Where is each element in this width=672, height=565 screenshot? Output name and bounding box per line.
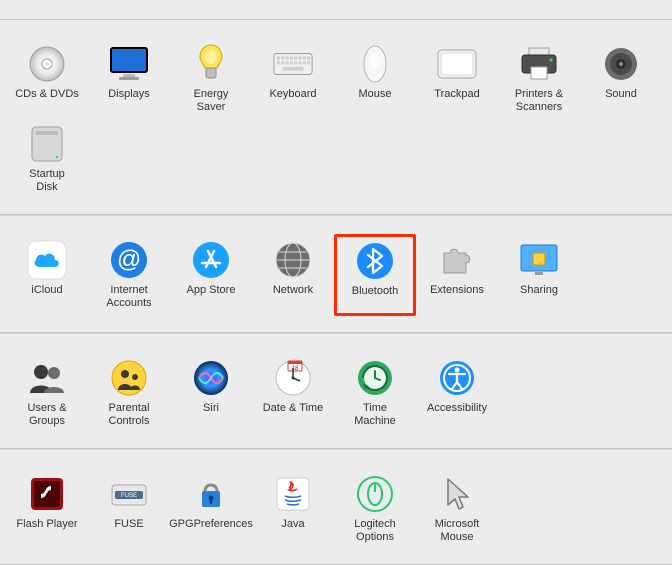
pane-cds-dvds[interactable]: CDs & DVDs bbox=[6, 38, 88, 118]
siri-icon bbox=[191, 358, 231, 398]
section-internet: iCloud @ Internet Accounts App Store Network… bbox=[0, 215, 672, 333]
pane-mouse[interactable]: Mouse bbox=[334, 38, 416, 118]
pane-label: Time Machine bbox=[354, 402, 396, 428]
section-thirdparty: Flash Player FUSE FUSE GPGPreferences Java Lo… bbox=[0, 449, 672, 565]
svg-text:FUSE: FUSE bbox=[121, 493, 137, 499]
pane-flash-player[interactable]: Flash Player bbox=[6, 468, 88, 548]
pane-java[interactable]: Java bbox=[252, 468, 334, 548]
pane-network[interactable]: Network bbox=[252, 234, 334, 316]
pane-trackpad[interactable]: Trackpad bbox=[416, 38, 498, 118]
section-hardware: CDs & DVDs Displays Energy Saver Keyboard Mo… bbox=[0, 20, 672, 215]
pane-label: Microsoft Mouse bbox=[435, 518, 480, 544]
pane-label: Printers & Scanners bbox=[515, 88, 563, 114]
section-system: Users & Groups Parental Controls Siri 18 Dat… bbox=[0, 333, 672, 449]
users-groups-icon bbox=[27, 358, 67, 398]
printers-scanners-icon bbox=[519, 44, 559, 84]
pane-label: FUSE bbox=[114, 518, 143, 544]
app-store-icon bbox=[191, 240, 231, 280]
pane-accessibility[interactable]: Accessibility bbox=[416, 352, 498, 432]
pane-label: iCloud bbox=[31, 284, 62, 310]
pane-label: Sharing bbox=[520, 284, 558, 310]
pane-startup-disk[interactable]: Startup Disk bbox=[6, 118, 88, 198]
pane-logitech-options[interactable]: Logitech Options bbox=[334, 468, 416, 548]
pane-label: GPGPreferences bbox=[169, 518, 253, 544]
microsoft-mouse-icon bbox=[437, 474, 477, 514]
pane-users-groups[interactable]: Users & Groups bbox=[6, 352, 88, 432]
displays-icon bbox=[109, 44, 149, 84]
icloud-icon bbox=[27, 240, 67, 280]
pane-label: Internet Accounts bbox=[106, 284, 151, 310]
accessibility-icon bbox=[437, 358, 477, 398]
pane-label: Java bbox=[281, 518, 304, 544]
pane-label: Users & Groups bbox=[27, 402, 66, 428]
pane-internet-accounts[interactable]: @ Internet Accounts bbox=[88, 234, 170, 316]
extensions-icon bbox=[437, 240, 477, 280]
network-icon bbox=[273, 240, 313, 280]
sound-icon bbox=[601, 44, 641, 84]
sections-root: CDs & DVDs Displays Energy Saver Keyboard Mo… bbox=[0, 20, 672, 565]
pane-label: Date & Time bbox=[263, 402, 324, 428]
pane-fuse[interactable]: FUSE FUSE bbox=[88, 468, 170, 548]
pane-bluetooth[interactable]: Bluetooth bbox=[334, 234, 416, 316]
flash-player-icon bbox=[27, 474, 67, 514]
pane-siri[interactable]: Siri bbox=[170, 352, 252, 432]
pane-label: Trackpad bbox=[434, 88, 479, 114]
pane-label: Accessibility bbox=[427, 402, 487, 428]
pane-label: Flash Player bbox=[16, 518, 77, 544]
cds-dvds-icon bbox=[27, 44, 67, 84]
row: CDs & DVDs Displays Energy Saver Keyboard Mo… bbox=[6, 38, 666, 198]
mouse-icon bbox=[355, 44, 395, 84]
pane-microsoft-mouse[interactable]: Microsoft Mouse bbox=[416, 468, 498, 548]
pane-keyboard[interactable]: Keyboard bbox=[252, 38, 334, 118]
fuse-icon: FUSE bbox=[109, 474, 149, 514]
logitech-options-icon bbox=[355, 474, 395, 514]
pane-printers-scanners[interactable]: Printers & Scanners bbox=[498, 38, 580, 118]
pane-label: App Store bbox=[187, 284, 236, 310]
pane-label: Siri bbox=[203, 402, 219, 428]
startup-disk-icon bbox=[27, 124, 67, 164]
internet-accounts-icon: @ bbox=[109, 240, 149, 280]
pane-label: Startup Disk bbox=[29, 168, 64, 194]
gpg-preferences-icon bbox=[191, 474, 231, 514]
energy-saver-icon bbox=[191, 44, 231, 84]
pane-energy-saver[interactable]: Energy Saver bbox=[170, 38, 252, 118]
pane-sound[interactable]: Sound bbox=[580, 38, 662, 118]
bluetooth-icon bbox=[355, 241, 395, 281]
pane-date-time[interactable]: 18 Date & Time bbox=[252, 352, 334, 432]
java-icon bbox=[273, 474, 313, 514]
pane-label: Sound bbox=[605, 88, 637, 114]
row: Flash Player FUSE FUSE GPGPreferences Java Lo… bbox=[6, 468, 666, 548]
pane-label: Parental Controls bbox=[109, 402, 150, 428]
parental-controls-icon bbox=[109, 358, 149, 398]
pane-extensions[interactable]: Extensions bbox=[416, 234, 498, 316]
top-spacer bbox=[0, 0, 672, 20]
pane-displays[interactable]: Displays bbox=[88, 38, 170, 118]
pane-label: Extensions bbox=[430, 284, 484, 310]
svg-text:@: @ bbox=[117, 246, 141, 273]
time-machine-icon bbox=[355, 358, 395, 398]
pane-icloud[interactable]: iCloud bbox=[6, 234, 88, 316]
keyboard-icon bbox=[273, 44, 313, 84]
pane-label: CDs & DVDs bbox=[15, 88, 79, 114]
pane-label: Logitech Options bbox=[338, 518, 412, 544]
pane-gpg-preferences[interactable]: GPGPreferences bbox=[170, 468, 252, 548]
pane-label: Bluetooth bbox=[352, 285, 398, 311]
pane-label: Energy Saver bbox=[194, 88, 229, 114]
pane-label: Displays bbox=[108, 88, 150, 114]
pane-label: Network bbox=[273, 284, 313, 310]
trackpad-icon bbox=[437, 44, 477, 84]
row: Users & Groups Parental Controls Siri 18 Dat… bbox=[6, 352, 666, 432]
pane-label: Keyboard bbox=[269, 88, 316, 114]
pane-app-store[interactable]: App Store bbox=[170, 234, 252, 316]
sharing-icon bbox=[519, 240, 559, 280]
pane-label: Mouse bbox=[358, 88, 391, 114]
pane-time-machine[interactable]: Time Machine bbox=[334, 352, 416, 432]
pane-sharing[interactable]: Sharing bbox=[498, 234, 580, 316]
row: iCloud @ Internet Accounts App Store Network… bbox=[6, 234, 666, 316]
date-time-icon: 18 bbox=[273, 358, 313, 398]
pane-parental-controls[interactable]: Parental Controls bbox=[88, 352, 170, 432]
